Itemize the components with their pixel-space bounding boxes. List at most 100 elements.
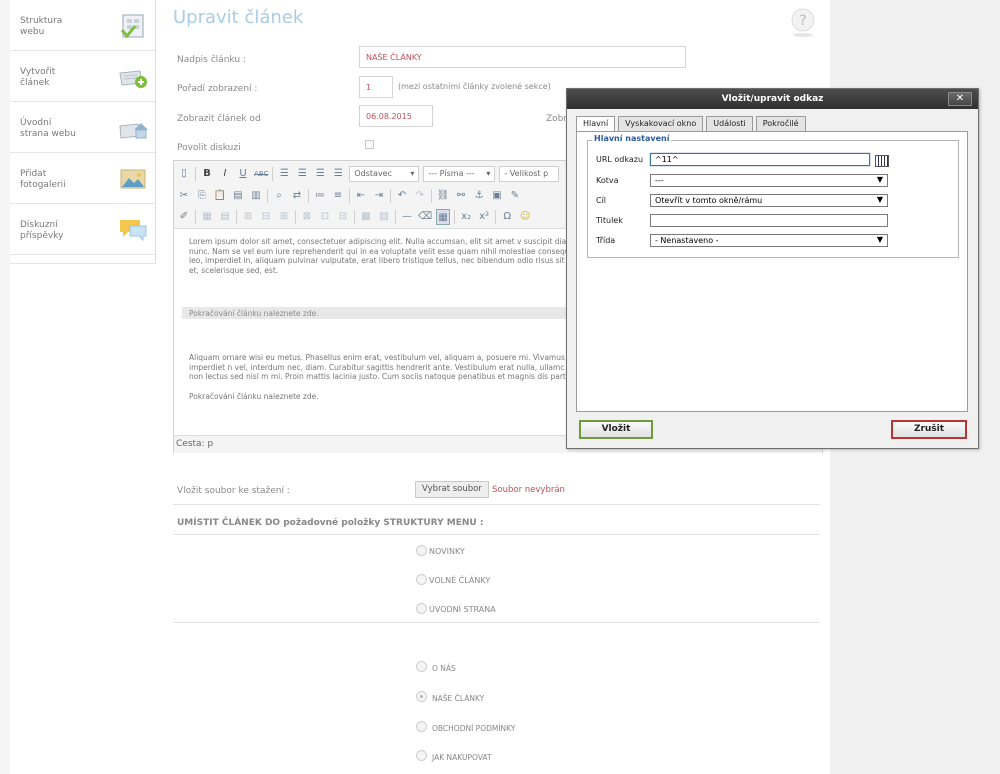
- subscript-icon[interactable]: x₂: [459, 209, 473, 225]
- sidebar-item-create-article[interactable]: Vytvořit článek: [10, 51, 155, 102]
- font-size-select-value: - Velikost p: [504, 169, 549, 178]
- sidebar-item-label: Úvodní strana webu: [20, 118, 76, 139]
- paste-icon[interactable]: 📋: [213, 188, 227, 204]
- tab-main[interactable]: Hlavní: [576, 116, 616, 132]
- font-size-select[interactable]: - Velikost p: [499, 166, 560, 182]
- radio-uvodni-strana[interactable]: [416, 603, 427, 614]
- visual-aid-icon[interactable]: ▩: [359, 209, 373, 225]
- paste-word-icon[interactable]: ▥: [249, 188, 263, 204]
- split-cells-icon[interactable]: ⊠: [300, 209, 314, 225]
- radio-o-nas[interactable]: [416, 661, 427, 672]
- toolbar-separator: [267, 189, 268, 203]
- radio-volne-clanky[interactable]: [416, 574, 427, 585]
- merge-cells-icon[interactable]: ⊡: [318, 209, 332, 225]
- show-from-date-input[interactable]: 06.08.2015: [359, 105, 433, 127]
- target-select[interactable]: Otevřít v tomto okně/rámu ▼: [650, 194, 888, 207]
- emoticon-icon[interactable]: ☺: [518, 209, 532, 225]
- bullet-list-icon[interactable]: ≔: [313, 188, 327, 204]
- cancel-button[interactable]: Zrušit: [891, 420, 967, 439]
- tab-popup[interactable]: Vyskakovací okno: [618, 116, 704, 131]
- unlink-icon[interactable]: ⚯: [454, 188, 468, 204]
- visual-aid-toggle-icon[interactable]: ▦: [436, 209, 451, 225]
- delete-row-icon[interactable]: ⊟: [259, 209, 273, 225]
- browse-icon[interactable]: [875, 155, 889, 167]
- find-icon[interactable]: ⌕: [272, 188, 286, 204]
- numbered-list-icon[interactable]: ≡: [331, 188, 345, 204]
- remove-format-icon[interactable]: ⌫: [418, 209, 432, 225]
- insert-row-icon[interactable]: ⊞: [241, 209, 255, 225]
- justify-icon[interactable]: ☰: [331, 166, 345, 182]
- radio-nase-clanky[interactable]: [416, 691, 427, 702]
- indent-icon[interactable]: ⇥: [372, 188, 386, 204]
- display-order-input[interactable]: 1: [359, 76, 393, 98]
- underline-icon[interactable]: U: [236, 166, 250, 182]
- tab-events[interactable]: Události: [706, 116, 753, 131]
- link-icon[interactable]: ⛓: [436, 188, 450, 204]
- link-title-input[interactable]: [650, 214, 888, 227]
- cleanup-icon[interactable]: ✎: [508, 188, 522, 204]
- cut-icon[interactable]: ✂: [177, 188, 191, 204]
- edit-html-icon[interactable]: ✐: [177, 209, 191, 225]
- link-title-label: Titulek: [596, 216, 623, 225]
- image-icon[interactable]: ▣: [490, 188, 504, 204]
- display-order-label: Pořadí zobrazení :: [177, 84, 258, 94]
- insert-button[interactable]: Vložit: [579, 420, 653, 439]
- superscript-icon[interactable]: x²: [477, 209, 491, 225]
- toolbar-row-3: ✐ ▦ ▤ ⊞ ⊟ ⊞ ⊠ ⊡ ⊟ ▩ ▨ — ⌫ ▦ x₂ x² Ω ☺: [177, 206, 532, 228]
- format-select[interactable]: Odstavec ▾: [349, 166, 420, 182]
- table-icon[interactable]: ▦: [200, 209, 214, 225]
- radio-jak-nakupovat[interactable]: [416, 750, 427, 761]
- anchor-select[interactable]: --- ▼: [650, 174, 888, 187]
- special-char-icon[interactable]: Ω: [500, 209, 514, 225]
- chevron-down-icon: ▼: [876, 195, 883, 204]
- sidebar-item-homepage[interactable]: Úvodní strana webu: [10, 102, 155, 153]
- anchor-select-value: ---: [655, 176, 664, 185]
- italic-icon[interactable]: I: [218, 166, 232, 182]
- dialog-tabs: Hlavní Vyskakovací okno Události Pokroči…: [576, 116, 806, 132]
- chevron-down-icon: ▼: [876, 235, 883, 244]
- toolbar-separator: [495, 210, 497, 224]
- radio-label: NOVINKY: [429, 547, 465, 556]
- radio-novinky[interactable]: [416, 545, 427, 556]
- redo-icon[interactable]: ↷: [413, 188, 427, 204]
- toolbar-separator: [349, 189, 350, 203]
- row-props-icon[interactable]: ▤: [218, 209, 232, 225]
- font-select[interactable]: --- Písma --- ▾: [423, 166, 496, 182]
- url-input[interactable]: ^11^: [650, 153, 870, 166]
- class-select[interactable]: - Nenastaveno - ▼: [650, 234, 888, 247]
- close-icon[interactable]: ✕: [948, 92, 972, 106]
- outdent-icon[interactable]: ⇤: [354, 188, 368, 204]
- align-center-icon[interactable]: ☰: [295, 166, 309, 182]
- sidebar: Struktura webu Vytvořit článek Úvodní st…: [10, 0, 156, 264]
- choose-file-button[interactable]: Vybrat soubor: [415, 481, 489, 498]
- copy-icon[interactable]: ⎘: [195, 188, 209, 204]
- tab-advanced[interactable]: Pokročilé: [755, 116, 806, 131]
- structure-icon: [120, 14, 144, 39]
- align-left-icon[interactable]: ☰: [277, 166, 291, 182]
- article-title-input[interactable]: NAŠE ČLÁNKY: [359, 46, 686, 68]
- align-right-icon[interactable]: ☰: [313, 166, 327, 182]
- undo-icon[interactable]: ↶: [395, 188, 409, 204]
- anchor-icon[interactable]: ⚓: [472, 188, 486, 204]
- replace-icon[interactable]: ⇄: [290, 188, 304, 204]
- layers-icon[interactable]: ▨: [377, 209, 391, 225]
- divider: [173, 622, 820, 623]
- horizontal-rule-icon[interactable]: —: [400, 209, 414, 225]
- strikethrough-icon[interactable]: ABC: [254, 166, 268, 182]
- help-icon[interactable]: ?: [790, 8, 816, 38]
- url-label: URL odkazu: [596, 155, 644, 164]
- toolbar-separator: [431, 189, 432, 203]
- bold-icon[interactable]: B: [200, 166, 214, 182]
- sidebar-item-structure[interactable]: Struktura webu: [10, 0, 155, 51]
- sidebar-item-discussion[interactable]: Diskuzní příspěvky: [10, 204, 155, 255]
- cell-props-icon[interactable]: ⊟: [336, 209, 350, 225]
- toolbar-separator: [308, 189, 309, 203]
- font-select-value: --- Písma ---: [428, 169, 475, 178]
- paste-text-icon[interactable]: ▤: [231, 188, 245, 204]
- sidebar-item-add-gallery[interactable]: Přidat fotogalerii: [10, 153, 155, 204]
- new-document-icon[interactable]: ▯: [177, 166, 191, 182]
- insert-col-icon[interactable]: ⊞: [277, 209, 291, 225]
- toolbar-separator: [390, 189, 391, 203]
- allow-discussion-checkbox[interactable]: [365, 140, 374, 149]
- radio-obchodni-podminky[interactable]: [416, 721, 427, 732]
